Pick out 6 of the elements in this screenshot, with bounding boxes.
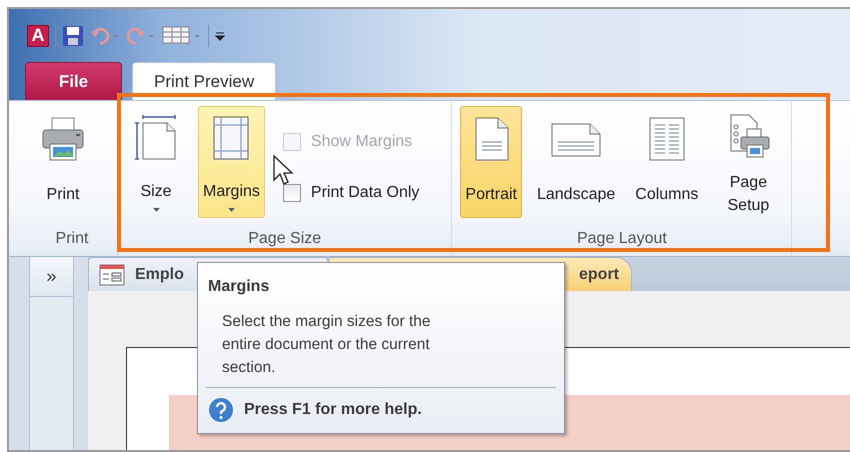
group-label: Page Size	[247, 230, 322, 248]
help-hint: Press F1 for more help.	[244, 401, 422, 419]
group-label: Print	[54, 230, 90, 248]
group-label: Page Layout	[576, 230, 668, 248]
tooltip-title: Margins	[208, 278, 270, 296]
tooltip-description: Select the margin sizes for the entire document or the current section.	[222, 312, 432, 378]
